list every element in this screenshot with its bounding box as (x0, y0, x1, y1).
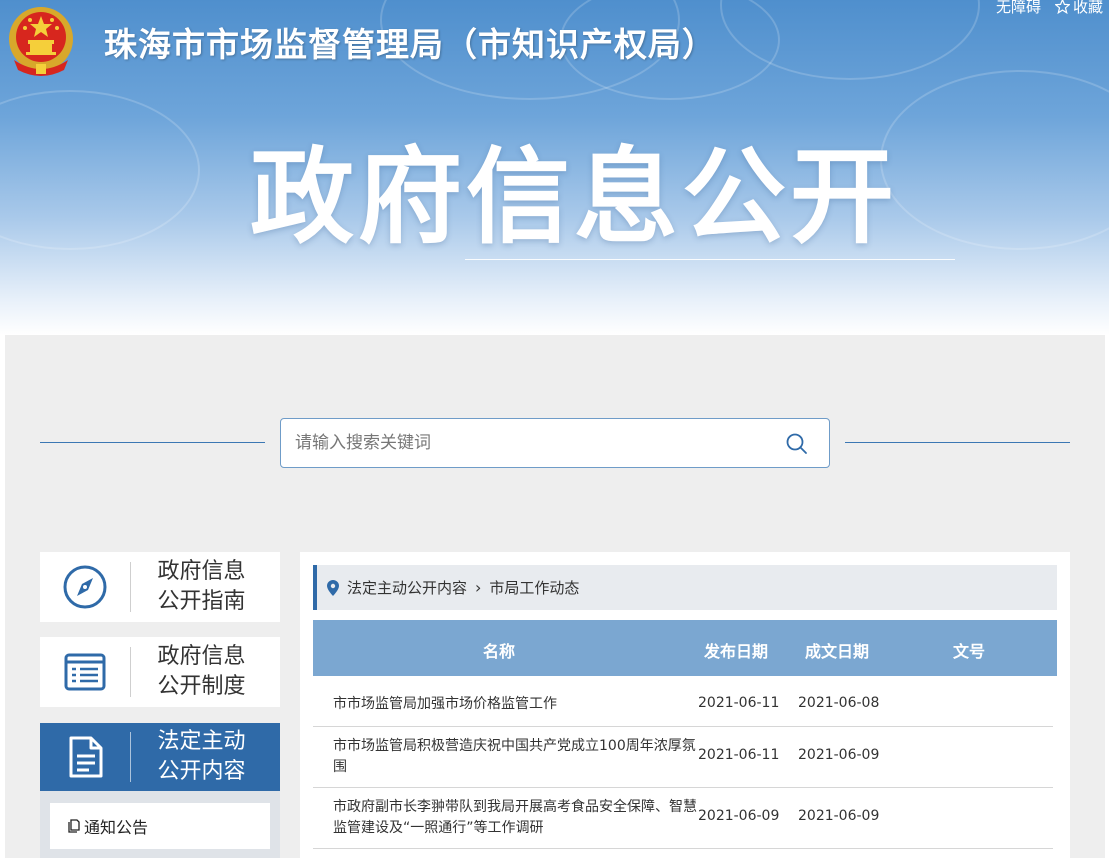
national-emblem-icon (9, 7, 73, 76)
favorite-link[interactable]: 收藏 (1054, 0, 1103, 17)
page-icon (68, 819, 80, 833)
top-links: 无障碍 收藏 (996, 0, 1103, 17)
banner-title: 政府信息公开 (250, 136, 899, 258)
favorite-label: 收藏 (1072, 0, 1103, 16)
row-publish-date: 2021-06-11 (698, 695, 780, 711)
sidebar-item-statutory[interactable]: 法定主动 公开内容 (40, 723, 280, 791)
compass-icon (63, 565, 107, 609)
search-box (280, 418, 830, 468)
breadcrumb-level2[interactable]: 市局工作动态 (489, 577, 579, 598)
sidebar-item-label: 法定主动 公开内容 (157, 729, 246, 784)
location-pin-icon (327, 579, 339, 596)
search-icon[interactable] (785, 432, 809, 456)
table-row[interactable]: 市市场监管局积极营造庆祝中国共产党成立100周年浓厚氛围 2021-06-11 … (313, 727, 1053, 788)
column-header-name: 名称 (483, 642, 516, 661)
row-title-link[interactable]: 市政府副市长李翀带队到我局开展高考食品安全保障、智慧监管建设及“一照通行”等工作… (333, 797, 698, 839)
document-icon (69, 736, 103, 778)
column-header-publish-date: 发布日期 (704, 642, 769, 661)
document-list-icon (64, 653, 106, 691)
row-publish-date: 2021-06-11 (698, 747, 780, 763)
row-doc-date: 2021-06-08 (798, 695, 880, 711)
banner-divider (465, 259, 955, 260)
search-input[interactable] (295, 419, 775, 467)
sidebar-subitem-label: 通知公告 (84, 818, 149, 837)
sidebar-item-label: 政府信息 公开制度 (157, 644, 246, 699)
accessibility-label: 无障碍 (995, 0, 1041, 16)
sidebar-item-system[interactable]: 政府信息 公开制度 (40, 637, 280, 707)
row-title-link[interactable]: 市市场监管局积极营造庆祝中国共产党成立100周年浓厚氛围 (333, 736, 698, 778)
table-row[interactable]: 市市场监管局加强市场价格监管工作 2021-06-11 2021-06-08 (313, 680, 1053, 727)
star-icon (1054, 0, 1070, 14)
row-doc-date: 2021-06-09 (798, 808, 880, 824)
chevron-right-icon: › (475, 578, 482, 597)
search-divider-left (40, 442, 265, 443)
site-title: 珠海市市场监督管理局（市知识产权局） (104, 25, 716, 64)
row-title-link[interactable]: 市市场监管局加强市场价格监管工作 (333, 694, 698, 715)
breadcrumb: 法定主动公开内容 › 市局工作动态 (313, 565, 1057, 610)
column-header-doc-no: 文号 (953, 642, 986, 661)
accessibility-link[interactable]: 无障碍 (996, 0, 1041, 17)
row-publish-date: 2021-06-09 (698, 808, 780, 824)
search-divider-right (845, 442, 1070, 443)
sidebar-item-label: 政府信息 公开指南 (157, 559, 246, 614)
sidebar-subitem-notices[interactable]: 通知公告 (50, 803, 270, 849)
breadcrumb-level1[interactable]: 法定主动公开内容 (347, 577, 467, 598)
sidebar-item-guide[interactable]: 政府信息 公开指南 (40, 552, 280, 622)
header-banner: 珠海市市场监督管理局（市知识产权局） 无障碍 收藏 政府信息公开 (0, 0, 1109, 335)
row-doc-date: 2021-06-09 (798, 747, 880, 763)
table-row[interactable]: 市政府副市长李翀带队到我局开展高考食品安全保障、智慧监管建设及“一照通行”等工作… (313, 788, 1053, 849)
table-header: 名称 发布日期 成文日期 文号 (313, 620, 1057, 676)
column-header-doc-date: 成文日期 (805, 642, 870, 661)
